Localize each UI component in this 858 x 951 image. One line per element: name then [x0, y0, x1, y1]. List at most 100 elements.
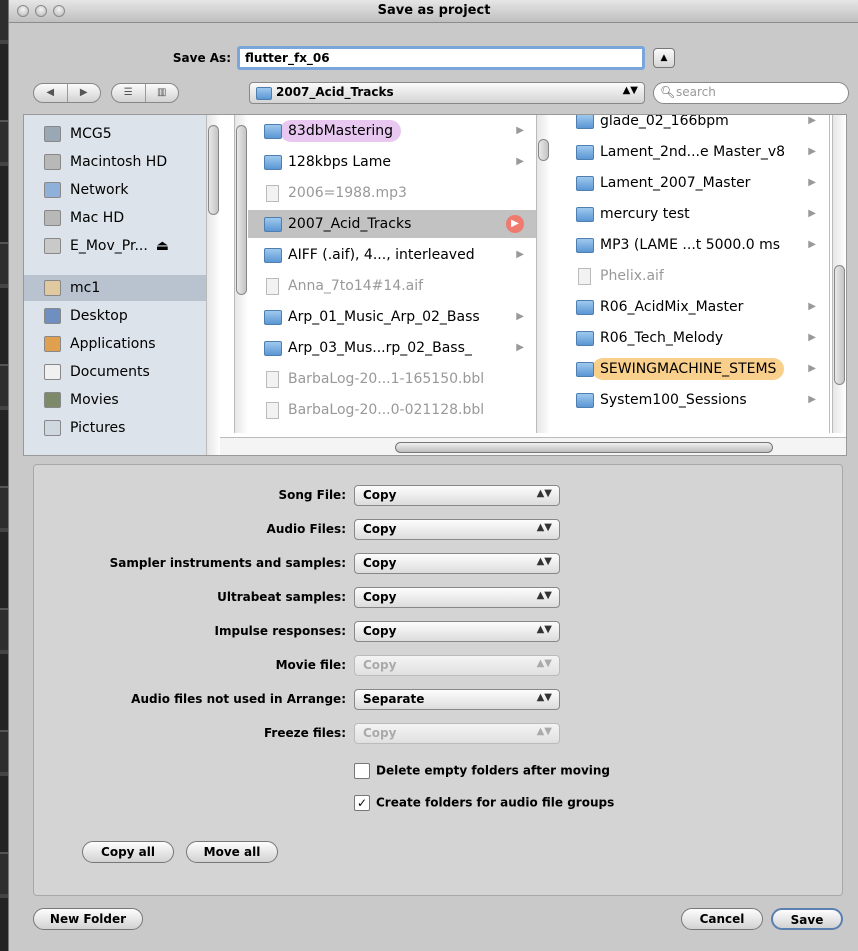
sidebar-item-label: Applications — [70, 336, 156, 352]
option-popup[interactable]: Copy ▲▼ — [354, 553, 560, 574]
pictures-icon — [44, 420, 61, 436]
folder-row[interactable]: 128kbps Lame ▶ — [242, 148, 537, 176]
file-icon — [266, 371, 279, 388]
disclosure-arrow-icon: ▶ — [516, 125, 524, 136]
folder-row[interactable]: AIFF (.aif), 4..., interleaved ▶ — [242, 241, 537, 269]
option-value: Copy — [363, 658, 397, 672]
horizontal-scrollbar[interactable] — [220, 437, 846, 455]
folder-row[interactable]: R06_Tech_Melody ▶ — [554, 324, 829, 352]
folder-row[interactable]: System100_Sessions ▶ — [554, 386, 829, 414]
column-3-scroll-thumb[interactable] — [834, 265, 845, 385]
save-as-label: Save As: — [172, 51, 231, 65]
cancel-button[interactable]: Cancel — [681, 908, 763, 930]
file-row[interactable]: Anna_7to14#14.aif — [242, 272, 537, 300]
disclosure-arrow-icon: ▶ — [808, 239, 816, 250]
back-arrow-icon[interactable]: ◀ — [34, 84, 67, 102]
option-label: Audio files not used in Arrange: — [131, 692, 346, 706]
location-popup-value: 2007_Acid_Tracks — [276, 85, 394, 99]
view-mode-control[interactable]: ☰ ▥ — [111, 83, 179, 103]
popup-arrows-icon: ▲▼ — [622, 85, 638, 96]
sidebar-scrollbar[interactable] — [206, 115, 220, 455]
sidebar-scroll-thumb[interactable] — [208, 125, 219, 215]
collapse-browser-button[interactable]: ▲ — [653, 48, 675, 68]
column-view-icon[interactable]: ▥ — [144, 84, 179, 102]
sidebar-item-label: Documents — [70, 364, 150, 380]
sidebar-item[interactable]: E_Mov_Pr... ⏏ — [34, 233, 204, 259]
file-row[interactable]: BarbaLog-20...0-021128.bbl — [242, 396, 537, 424]
sidebar-item[interactable]: Pictures — [34, 415, 204, 441]
folder-icon — [576, 207, 594, 222]
folder-row[interactable]: glade_02_166bpm ▶ — [554, 115, 829, 135]
sidebar-item[interactable]: Network — [34, 177, 204, 203]
option-popup[interactable]: Copy ▲▼ — [354, 587, 560, 608]
folder-row[interactable]: Lament_2007_Master ▶ — [554, 169, 829, 197]
harddisk-icon — [44, 154, 61, 170]
sidebar-item-label: mc1 — [70, 280, 101, 296]
sidebar-item-label: Network — [70, 182, 129, 198]
disclosure-arrow-icon: ▶ — [808, 208, 816, 219]
option-popup[interactable]: Separate ▲▼ — [354, 689, 560, 710]
option-label: Ultrabeat samples: — [217, 590, 346, 604]
browser-column-1: 83dbMastering ▶ 128kbps Lame ▶ 2006=1988.mp3… — [242, 115, 538, 433]
save-as-field[interactable] — [237, 46, 645, 70]
sidebar-item[interactable]: Macintosh HD — [34, 149, 204, 175]
sidebar-item[interactable]: Applications — [34, 331, 204, 357]
folder-row[interactable]: Arp_01_Music_Arp_02_Bass ▶ — [242, 303, 537, 331]
option-popup: Copy ▲▼ — [354, 723, 560, 744]
back-forward-control[interactable]: ◀ ▶ — [33, 83, 101, 103]
folder-row[interactable]: SEWINGMACHINE_STEMS ▶ — [554, 355, 829, 383]
file-row[interactable]: 2006=1988.mp3 — [242, 179, 537, 207]
sidebar-item[interactable]: Desktop — [34, 303, 204, 329]
option-label: Song File: — [278, 488, 346, 502]
folder-row[interactable]: Lament_2nd...e Master_v8 ▶ — [554, 138, 829, 166]
search-icon: 🔍︎ — [660, 85, 676, 99]
sidebar-item[interactable]: Movies — [34, 387, 204, 413]
option-popup[interactable]: Copy ▲▼ — [354, 621, 560, 642]
checkmark-icon[interactable]: ✓ — [354, 795, 370, 811]
forward-arrow-icon[interactable]: ▶ — [66, 84, 101, 102]
browser-column-2: glade_02_166bpm ▶ Lament_2nd...e Master_v8… — [554, 115, 830, 433]
folder-row[interactable]: MP3 (LAME ...t 5000.0 ms ▶ — [554, 231, 829, 259]
file-row[interactable]: BarbaLog-20...1-165150.bbl — [242, 365, 537, 393]
row-label: AIFF (.aif), 4..., interleaved — [288, 247, 475, 263]
checkbox-box[interactable] — [354, 763, 370, 779]
computer-icon — [44, 126, 61, 142]
row-label: Lament_2007_Master — [600, 175, 751, 191]
disclosure-arrow-icon: ▶ — [516, 342, 524, 353]
option-checkbox[interactable]: ✓ Create folders for audio file groups — [354, 795, 614, 811]
row-label: System100_Sessions — [600, 392, 747, 408]
row-label: 128kbps Lame — [288, 154, 391, 170]
sidebar-item[interactable]: MCG5 — [34, 121, 204, 147]
folder-row[interactable]: R06_AcidMix_Master ▶ — [554, 293, 829, 321]
column-3-scrollbar[interactable] — [832, 115, 846, 433]
folder-row[interactable]: mercury test ▶ — [554, 200, 829, 228]
copy-all-button[interactable]: Copy all — [82, 841, 174, 863]
folder-row[interactable]: 2007_Acid_Tracks ▶ — [242, 210, 537, 238]
folder-row[interactable]: Arp_03_Mus...rp_02_Bass_ ▶ — [242, 334, 537, 362]
search-field[interactable]: 🔍︎ search — [653, 82, 849, 104]
project-options-panel: Song File: Copy ▲▼ Audio Files: Copy ▲▼ Sample… — [33, 464, 843, 896]
option-popup[interactable]: Copy ▲▼ — [354, 519, 560, 540]
sidebar-item[interactable]: Documents — [34, 359, 204, 385]
sidebar-item[interactable]: mc1 — [24, 275, 206, 301]
column-1-scroll-thumb[interactable] — [236, 125, 247, 295]
folder-icon — [264, 341, 282, 356]
row-label: 2006=1988.mp3 — [288, 185, 407, 201]
horizontal-scroll-thumb[interactable] — [395, 442, 773, 453]
save-dialog: Save as project Save As: ▲ ◀▶ ☰▥ 2007_Ac… — [8, 0, 858, 951]
location-popup[interactable]: 2007_Acid_Tracks ▲▼ — [249, 82, 645, 104]
new-folder-button[interactable]: New Folder — [33, 908, 143, 930]
option-checkbox[interactable]: Delete empty folders after moving — [354, 763, 610, 779]
list-view-icon[interactable]: ☰ — [112, 84, 145, 102]
file-row[interactable]: Phelix.aif — [554, 262, 829, 290]
column-2-scrollbar[interactable] — [536, 115, 550, 433]
move-all-button[interactable]: Move all — [186, 841, 278, 863]
sidebar-item[interactable]: Mac HD — [34, 205, 204, 231]
save-button[interactable]: Save — [771, 908, 843, 930]
option-popup[interactable]: Copy ▲▼ — [354, 485, 560, 506]
file-icon — [266, 402, 279, 419]
column-1-scrollbar[interactable] — [234, 115, 248, 433]
eject-icon[interactable]: ⏏ — [156, 238, 169, 254]
folder-row[interactable]: 83dbMastering ▶ — [242, 117, 537, 145]
column-2-scroll-thumb[interactable] — [538, 139, 549, 161]
